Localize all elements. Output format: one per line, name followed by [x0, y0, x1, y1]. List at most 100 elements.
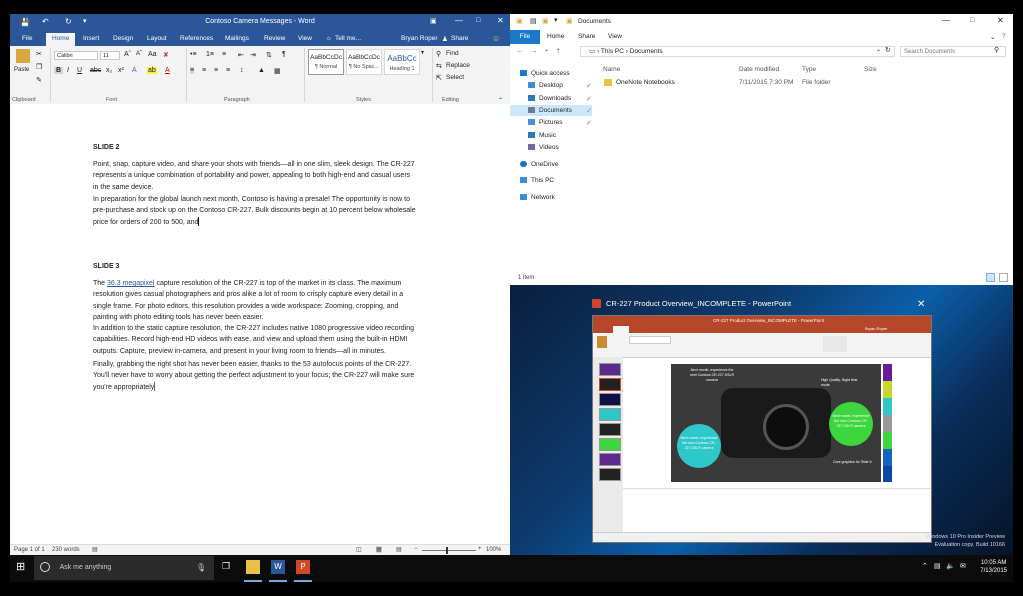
show-hidden-icons-icon[interactable]: ⌃: [922, 562, 928, 570]
pin-icon[interactable]: ✔: [586, 107, 592, 115]
back-icon[interactable]: ←: [516, 46, 524, 55]
nav-videos[interactable]: Videos: [528, 144, 559, 151]
megapixel-link[interactable]: 36.3 megapixel: [107, 280, 154, 287]
print-layout-icon[interactable]: ▦: [376, 546, 382, 553]
decrease-indent-icon[interactable]: ⇤: [238, 51, 244, 59]
maximize-icon[interactable]: □: [970, 17, 974, 24]
increase-indent-icon[interactable]: ⇥: [250, 51, 256, 59]
copy-icon[interactable]: ❐: [36, 63, 42, 71]
tab-review[interactable]: Review: [264, 35, 285, 42]
tab-file[interactable]: File: [22, 35, 32, 42]
shrink-font-icon[interactable]: Aˇ: [136, 51, 142, 57]
paste-button[interactable]: Paste: [14, 67, 29, 73]
zoom-slider[interactable]: [422, 550, 476, 551]
properties-icon[interactable]: ▤: [530, 17, 537, 25]
bold-icon[interactable]: B: [54, 67, 64, 74]
nav-quick-access[interactable]: Quick access: [520, 70, 570, 77]
pin-icon[interactable]: ✔: [586, 119, 592, 127]
styles-more-icon[interactable]: ▾: [421, 49, 424, 56]
select-button[interactable]: Select: [446, 74, 464, 81]
tab-home[interactable]: Home: [46, 33, 76, 46]
tab-home[interactable]: Home: [547, 33, 564, 40]
column-date-modified[interactable]: Date modified: [739, 66, 779, 73]
collapse-ribbon-icon[interactable]: ⌃: [498, 97, 503, 104]
large-icons-view-icon[interactable]: [999, 273, 1008, 282]
strikethrough-icon[interactable]: abc: [90, 67, 101, 74]
ribbon-display-icon[interactable]: ▣: [430, 17, 437, 25]
zoom-slider-thumb[interactable]: [446, 547, 448, 554]
zoom-in-icon[interactable]: +: [478, 546, 482, 552]
recent-locations-icon[interactable]: ⌄: [544, 46, 549, 53]
powerpoint-taskbar-icon[interactable]: P: [296, 560, 310, 574]
details-view-icon[interactable]: [986, 273, 995, 282]
cortana-search-input[interactable]: Ask me anything: [60, 564, 112, 571]
new-folder-icon[interactable]: ▣: [542, 17, 549, 25]
align-left-icon[interactable]: ≡: [190, 67, 195, 74]
qat-dropdown-icon[interactable]: ▾: [554, 16, 558, 24]
tab-share[interactable]: Share: [578, 33, 595, 40]
align-center-icon[interactable]: ≡: [202, 67, 206, 74]
find-button[interactable]: Find: [446, 50, 459, 57]
tab-view[interactable]: View: [608, 33, 622, 40]
nav-pictures[interactable]: Pictures: [528, 119, 562, 126]
style-no-spacing[interactable]: AaBbCcDc ¶ No Spac...: [346, 49, 382, 75]
replace-button[interactable]: Replace: [446, 62, 470, 69]
close-icon[interactable]: ✕: [497, 16, 504, 25]
search-input[interactable]: Search Documents: [900, 46, 1006, 57]
page-count[interactable]: Page 1 of 1: [14, 547, 45, 553]
nav-desktop[interactable]: Desktop: [528, 82, 563, 89]
network-status-icon[interactable]: ▤: [934, 562, 941, 570]
tab-file[interactable]: File: [510, 30, 540, 44]
help-icon[interactable]: ?: [1002, 33, 1006, 40]
italic-icon[interactable]: I: [67, 67, 69, 74]
cortana-search-box[interactable]: Ask me anything 🎙: [34, 556, 214, 580]
font-name-select[interactable]: Calibri: [54, 51, 98, 60]
tab-mailings[interactable]: Mailings: [225, 35, 249, 42]
nav-music[interactable]: Music: [528, 132, 556, 139]
table-row[interactable]: OneNote Notebooks 7/11/2015 7:30 PM File…: [602, 78, 1002, 89]
cut-icon[interactable]: ✂: [36, 50, 42, 58]
volume-icon[interactable]: 🔈: [946, 562, 955, 570]
breadcrumb-documents[interactable]: Documents: [630, 48, 663, 55]
bullets-icon[interactable]: •≡: [190, 51, 197, 58]
zoom-out-icon[interactable]: −: [414, 546, 418, 552]
tab-design[interactable]: Design: [113, 35, 133, 42]
sort-icon[interactable]: ⇅: [266, 51, 272, 59]
minimize-icon[interactable]: —: [455, 16, 463, 25]
subscript-icon[interactable]: x₂: [106, 67, 112, 74]
file-explorer-taskbar-icon[interactable]: [246, 560, 260, 574]
nav-downloads[interactable]: Downloads: [528, 95, 571, 102]
nav-network[interactable]: Network: [520, 194, 555, 201]
nav-this-pc[interactable]: This PC: [520, 177, 554, 184]
tab-layout[interactable]: Layout: [147, 35, 167, 42]
multilevel-list-icon[interactable]: ≡: [222, 51, 226, 58]
microphone-icon[interactable]: 🎙: [196, 556, 206, 580]
action-center-icon[interactable]: ✉: [960, 562, 966, 570]
shading-icon[interactable]: ▲: [258, 67, 265, 74]
up-icon[interactable]: ↑: [556, 46, 560, 55]
pin-icon[interactable]: ✔: [586, 95, 592, 103]
breadcrumb-this-pc[interactable]: This PC: [601, 48, 624, 55]
document-canvas[interactable]: SLIDE 2 Point, snap, capture video, and …: [10, 104, 510, 544]
tell-me-box[interactable]: Tell me...: [335, 35, 361, 42]
nav-onedrive[interactable]: OneDrive: [520, 161, 558, 168]
justify-icon[interactable]: ≡: [226, 67, 230, 74]
numbering-icon[interactable]: 1≡: [206, 51, 214, 58]
forward-icon[interactable]: →: [530, 46, 538, 55]
minimize-icon[interactable]: —: [942, 16, 950, 25]
column-size[interactable]: Size: [864, 66, 877, 73]
line-spacing-icon[interactable]: ↕: [240, 67, 244, 74]
style-normal[interactable]: AaBbCcDc ¶ Normal: [308, 49, 344, 75]
web-layout-icon[interactable]: ▤: [396, 546, 402, 553]
style-heading-1[interactable]: AaBbCc Heading 1: [384, 49, 420, 75]
superscript-icon[interactable]: x²: [118, 67, 124, 74]
zoom-level[interactable]: 100%: [486, 547, 501, 553]
close-icon[interactable]: ✕: [997, 16, 1004, 25]
start-button[interactable]: ⊞: [16, 560, 25, 573]
clock[interactable]: 10:05 AM 7/13/2015: [980, 559, 1007, 575]
underline-icon[interactable]: U: [77, 67, 82, 74]
smiley-icon[interactable]: ☺: [492, 34, 500, 43]
share-button[interactable]: Share: [451, 35, 468, 42]
task-view-icon[interactable]: ❐: [222, 561, 230, 572]
nav-documents[interactable]: Documents: [528, 107, 572, 114]
